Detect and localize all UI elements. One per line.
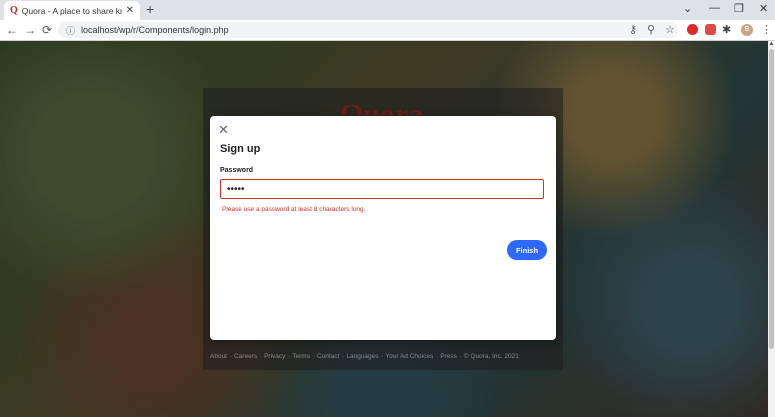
footer-link[interactable]: Careers: [234, 353, 257, 360]
scrollbar-thumb[interactable]: [769, 49, 774, 349]
tab-bar: Q Quora - A place to share knowle ✕ + ⌄ …: [0, 0, 775, 20]
footer-link[interactable]: Terms: [292, 353, 310, 360]
tab-close-icon[interactable]: ✕: [126, 5, 134, 16]
password-error-message: Please use a password at least 8 charact…: [222, 206, 366, 213]
footer-copyright: © Quora, Inc. 2021: [463, 353, 519, 360]
profile-avatar[interactable]: B: [741, 24, 753, 36]
scrollbar[interactable]: ▲: [768, 41, 775, 417]
extension-icon[interactable]: ✱: [722, 23, 731, 36]
footer-link[interactable]: About: [210, 353, 227, 360]
key-icon[interactable]: ⚷: [629, 23, 637, 36]
back-icon[interactable]: ←: [6, 23, 18, 37]
zoom-icon[interactable]: ⚲: [647, 23, 655, 36]
quora-favicon-icon: Q: [10, 5, 18, 16]
close-window-icon[interactable]: ✕: [759, 2, 768, 15]
footer-links: About · Careers · Privacy · Terms · Contact ·…: [210, 353, 519, 360]
password-field[interactable]: [220, 179, 544, 199]
menu-icon[interactable]: ⋮: [761, 23, 772, 36]
footer-link[interactable]: Privacy: [264, 353, 285, 360]
browser-tab[interactable]: Q Quora - A place to share knowle ✕: [4, 1, 140, 20]
footer-link[interactable]: Your Ad Choices: [385, 353, 433, 360]
forward-icon[interactable]: →: [24, 23, 36, 37]
password-label: Password: [220, 167, 254, 174]
finish-button[interactable]: Finish: [507, 240, 547, 260]
footer-link[interactable]: Contact: [317, 353, 339, 360]
signup-modal: ✕ Sign up Password Please use a password…: [210, 116, 556, 340]
extension-red-icon[interactable]: [687, 24, 698, 35]
navigation-bar: ← → ⟳ ⓘ localhost/wp/r/Components/login.…: [0, 20, 775, 41]
extension-shield-icon[interactable]: [705, 24, 716, 35]
footer-link[interactable]: Languages: [346, 353, 378, 360]
modal-title: Sign up: [220, 143, 261, 155]
star-icon[interactable]: ☆: [665, 23, 675, 36]
restore-icon[interactable]: ❐: [734, 2, 744, 15]
footer-link[interactable]: Press: [440, 353, 457, 360]
minimize-icon[interactable]: —: [709, 2, 720, 14]
reload-icon[interactable]: ⟳: [42, 23, 52, 37]
tab-title: Quora - A place to share knowle: [21, 5, 122, 16]
new-tab-button[interactable]: +: [146, 1, 154, 17]
scroll-up-icon[interactable]: ▲: [768, 41, 775, 47]
info-icon[interactable]: ⓘ: [66, 24, 75, 37]
close-icon[interactable]: ✕: [218, 122, 229, 138]
url-text[interactable]: localhost/wp/r/Components/login.php: [81, 25, 229, 35]
address-bar[interactable]: ⓘ localhost/wp/r/Components/login.php: [58, 22, 678, 38]
tab-search-icon[interactable]: ⌄: [683, 2, 692, 15]
